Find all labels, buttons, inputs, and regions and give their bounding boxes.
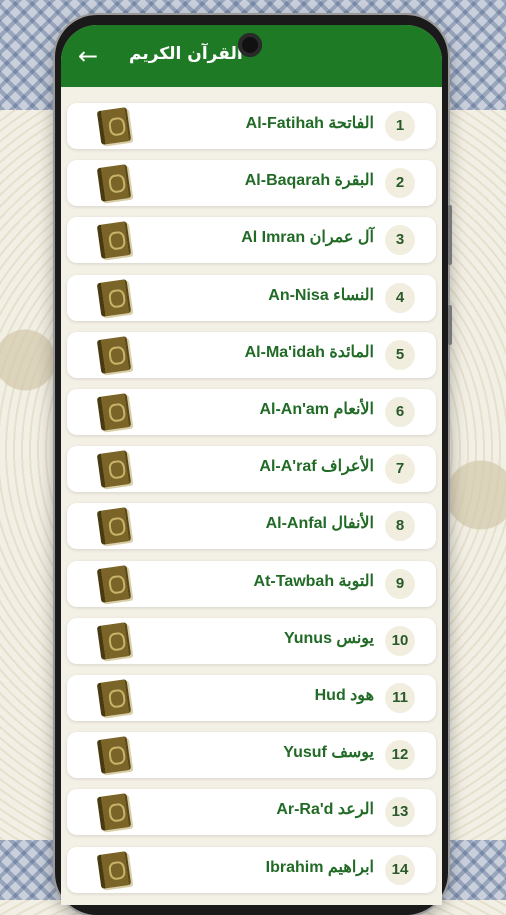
surah-name: At-Tawbah التوبة xyxy=(253,572,374,590)
quran-book-icon xyxy=(96,393,132,431)
surah-name: Al-An'am الأنعام xyxy=(259,401,374,418)
surah-name: Hud هود xyxy=(314,687,374,704)
surah-number-badge: 11 xyxy=(385,683,415,713)
surah-number-badge: 6 xyxy=(385,397,415,427)
surah-number-badge: 12 xyxy=(385,740,415,771)
surah-number-badge: 9 xyxy=(385,568,415,599)
quran-book-icon xyxy=(96,164,132,203)
quran-book-icon xyxy=(96,507,132,546)
surah-number-badge: 5 xyxy=(385,339,415,370)
surah-row[interactable]: At-Tawbah التوبة 9 xyxy=(67,560,436,607)
quran-book-icon xyxy=(96,736,132,775)
app-bar: ← القرآن الكريم xyxy=(61,25,442,87)
quran-book-icon xyxy=(96,564,132,603)
volume-button xyxy=(448,205,452,265)
surah-number-badge: 7 xyxy=(385,454,415,485)
quran-book-icon xyxy=(96,621,132,660)
quran-book-icon xyxy=(96,335,132,374)
surah-row[interactable]: Yusuf يوسف 12 xyxy=(67,732,436,779)
surah-name: Al-A'raf الأعراف xyxy=(259,458,374,476)
surah-row[interactable]: Al-Anfal الأنفال 8 xyxy=(67,503,436,550)
surah-number-badge: 10 xyxy=(385,625,415,656)
surah-row[interactable]: An-Nisa النساء 4 xyxy=(67,274,436,321)
surah-number-badge: 4 xyxy=(385,282,415,313)
surah-name: Al-Baqarah البقرة xyxy=(244,172,374,190)
surah-name: Yusuf يوسف xyxy=(283,744,374,762)
surah-number-badge: 8 xyxy=(385,511,415,542)
back-arrow-icon[interactable]: ← xyxy=(75,43,101,69)
surah-number-badge: 14 xyxy=(385,854,415,885)
surah-name: Al-Ma'idah المائدة xyxy=(244,343,374,361)
surah-row[interactable]: Al-A'raf الأعراف 7 xyxy=(67,446,436,493)
surah-name: Al-Fatihah الفاتحة xyxy=(245,115,374,132)
surah-row[interactable]: Hud هود 11 xyxy=(67,675,436,721)
quran-book-icon xyxy=(96,450,132,489)
surah-row[interactable]: Ibrahim ابراهيم 14 xyxy=(67,846,436,893)
surah-row[interactable]: Yunus يونس 10 xyxy=(67,617,436,664)
surah-number-badge: 2 xyxy=(385,168,415,199)
surah-number-badge: 3 xyxy=(385,225,415,256)
surah-name: Ar-Ra'd الرعد xyxy=(276,801,374,819)
power-button xyxy=(448,305,452,345)
phone-frame: ← القرآن الكريم Al-Fatihah الفاتحة 1 Al-Ba… xyxy=(55,15,452,915)
quran-book-icon xyxy=(96,850,132,889)
surah-name: An-Nisa النساء xyxy=(268,286,374,304)
quran-book-icon xyxy=(96,278,132,317)
quran-book-icon xyxy=(96,793,132,832)
surah-row[interactable]: Al-Baqarah البقرة 2 xyxy=(67,160,436,207)
surah-name: Ibrahim ابراهيم xyxy=(265,858,374,876)
camera-cutout xyxy=(238,33,262,57)
surah-row[interactable]: Al Imran آل عمران 3 xyxy=(67,217,436,264)
surah-row[interactable]: Ar-Ra'd الرعد 13 xyxy=(67,789,436,836)
surah-row[interactable]: Al-Ma'idah المائدة 5 xyxy=(67,331,436,378)
surah-name: Al Imran آل عمران xyxy=(241,229,374,247)
surah-name: Al-Anfal الأنفال xyxy=(265,515,374,533)
app-screen: ← القرآن الكريم Al-Fatihah الفاتحة 1 Al-Ba… xyxy=(61,25,442,905)
quran-book-icon xyxy=(96,679,132,717)
surah-number-badge: 13 xyxy=(385,797,415,828)
surah-row[interactable]: Al-Fatihah الفاتحة 1 xyxy=(67,103,436,149)
surah-number-badge: 1 xyxy=(385,111,415,141)
quran-book-icon xyxy=(96,107,132,145)
quran-book-icon xyxy=(96,221,132,260)
surah-row[interactable]: Al-An'am الأنعام 6 xyxy=(67,389,436,435)
surah-name: Yunus يونس xyxy=(283,629,374,647)
page-title: القرآن الكريم xyxy=(129,44,243,64)
